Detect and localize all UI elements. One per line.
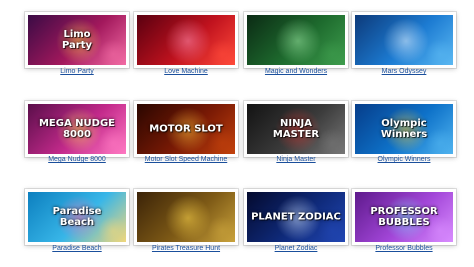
game-artwork [355,15,453,65]
game-thumbnail-motor-slot-speed-machine[interactable]: MOTOR SLOT [134,101,238,157]
game-artwork: Paradise Beach [28,192,126,242]
game-thumbnail-mars-odyssey[interactable] [352,12,456,68]
game-artwork [137,15,235,65]
game-artwork: Olympic Winners [355,104,453,154]
forest-icon [275,18,321,64]
game-thumbnail-love-machine[interactable] [134,12,238,68]
game-thumbnail-pirates-treasure-hunt[interactable] [134,189,238,245]
game-thumbnail-magic-and-wonders[interactable] [244,12,348,68]
game-thumbnail-planet-zodiac[interactable]: PLANET ZODIAC [244,189,348,245]
game-artwork: PROFESSOR BUBBLES [355,192,453,242]
glow-decoration [425,39,453,65]
heart-icon [165,18,211,64]
game-thumbnail-paradise-beach[interactable]: Paradise Beach [25,189,129,245]
game-thumbnail-limo-party[interactable]: Limo Party [25,12,129,68]
game-logo-text: Paradise Beach [52,206,102,228]
game-artwork: MEGA NUDGE 8000 [28,104,126,154]
game-artwork [247,15,345,65]
game-thumbnail-ninja-master[interactable]: NINJA MASTER [244,101,348,157]
game-artwork: MOTOR SLOT [137,104,235,154]
game-grid: Limo Party Limo Party Love Machine Magic an… [0,0,474,267]
game-artwork: Limo Party [28,15,126,65]
game-logo-text: MOTOR SLOT [149,123,223,135]
game-logo-text: MEGA NUDGE 8000 [38,118,116,140]
game-title-link[interactable]: Professor Bubbles [339,244,469,253]
pirate-icon [165,195,211,241]
planet-icon [383,18,429,64]
game-thumbnail-mega-nudge-8000[interactable]: MEGA NUDGE 8000 [25,101,129,157]
game-logo-text: Olympic Winners [380,118,428,140]
glow-decoration [317,39,345,65]
game-logo-text: Limo Party [61,29,93,51]
game-title-link[interactable]: Olympic Winners [339,155,469,164]
game-artwork: PLANET ZODIAC [247,192,345,242]
glow-decoration [207,216,235,242]
glow-decoration [207,39,235,65]
game-logo-text: PLANET ZODIAC [251,211,341,223]
game-title-link[interactable]: Mars Odyssey [339,67,469,76]
game-logo-text: PROFESSOR BUBBLES [370,206,438,228]
game-logo-text: NINJA MASTER [272,118,320,140]
game-thumbnail-professor-bubbles[interactable]: PROFESSOR BUBBLES [352,189,456,245]
game-thumbnail-olympic-winners[interactable]: Olympic Winners [352,101,456,157]
game-artwork: NINJA MASTER [247,104,345,154]
game-artwork [137,192,235,242]
